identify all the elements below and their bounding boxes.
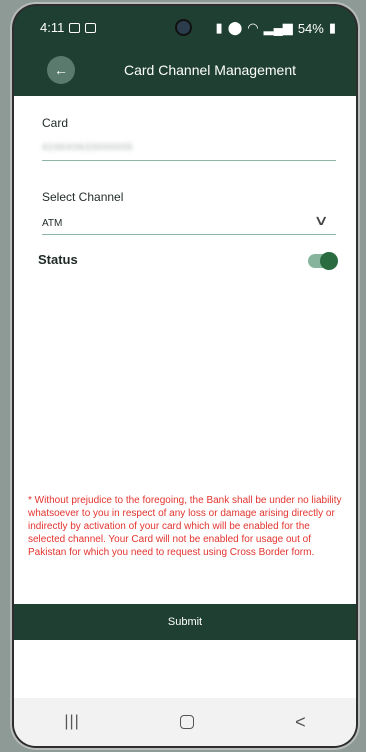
gallery-notification-icon (69, 22, 81, 33)
status-bar: 4:11 ▮ ⬤ ◠ ▂▄▆ 54% ▮ (14, 6, 356, 44)
front-camera (177, 21, 190, 34)
nav-back-icon[interactable]: < (295, 712, 306, 733)
location-icon: ⬤ (227, 20, 243, 35)
status-right-group: ▮ ⬤ ◠ ▂▄▆ 54% ▮ (216, 20, 336, 36)
back-button[interactable]: ← (47, 56, 75, 84)
card-field[interactable]: Card 4246X0633000005 (42, 116, 336, 161)
status-toggle[interactable] (308, 252, 338, 270)
card-label: Card (42, 116, 69, 130)
status-row: Status (38, 248, 342, 272)
wifi-icon: ◠ (247, 20, 259, 35)
toggle-knob (320, 252, 338, 270)
battery-saver-icon: ▮ (215, 20, 223, 35)
form-content: Card 4246X0633000005 Select Channel ATM … (14, 96, 356, 604)
phone-frame: 4:11 ▮ ⬤ ◠ ▂▄▆ 54% ▮ ← Card Channel Mana… (14, 6, 356, 746)
status-label: Status (38, 252, 78, 267)
chevron-down-icon[interactable]: ∨ (313, 212, 328, 229)
system-nav-bar: ||| < (14, 698, 356, 746)
recents-icon[interactable]: ||| (64, 713, 79, 731)
channel-selected-value: ATM (42, 218, 63, 229)
bottom-blank-area: ||| < (14, 640, 356, 746)
app-header: ← Card Channel Management (14, 44, 356, 96)
page-title: Card Channel Management (124, 62, 296, 78)
battery-icon: ▮ (328, 20, 336, 35)
signal-icon: ▂▄▆ (263, 20, 293, 35)
back-arrow-icon: ← (54, 62, 68, 78)
disclaimer-text: * Without prejudice to the foregoing, th… (28, 495, 342, 558)
home-icon[interactable] (180, 715, 195, 729)
status-time-group: 4:11 (40, 20, 97, 35)
submit-button[interactable]: Submit (14, 604, 356, 640)
battery-percent: 54% (297, 20, 324, 36)
channel-label: Select Channel (42, 190, 124, 204)
status-time: 4:11 (40, 20, 65, 35)
card-number-value: 4246X0633000005 (42, 142, 134, 152)
mail-notification-icon (85, 22, 97, 33)
channel-select[interactable]: Select Channel ATM ∨ (42, 190, 336, 235)
